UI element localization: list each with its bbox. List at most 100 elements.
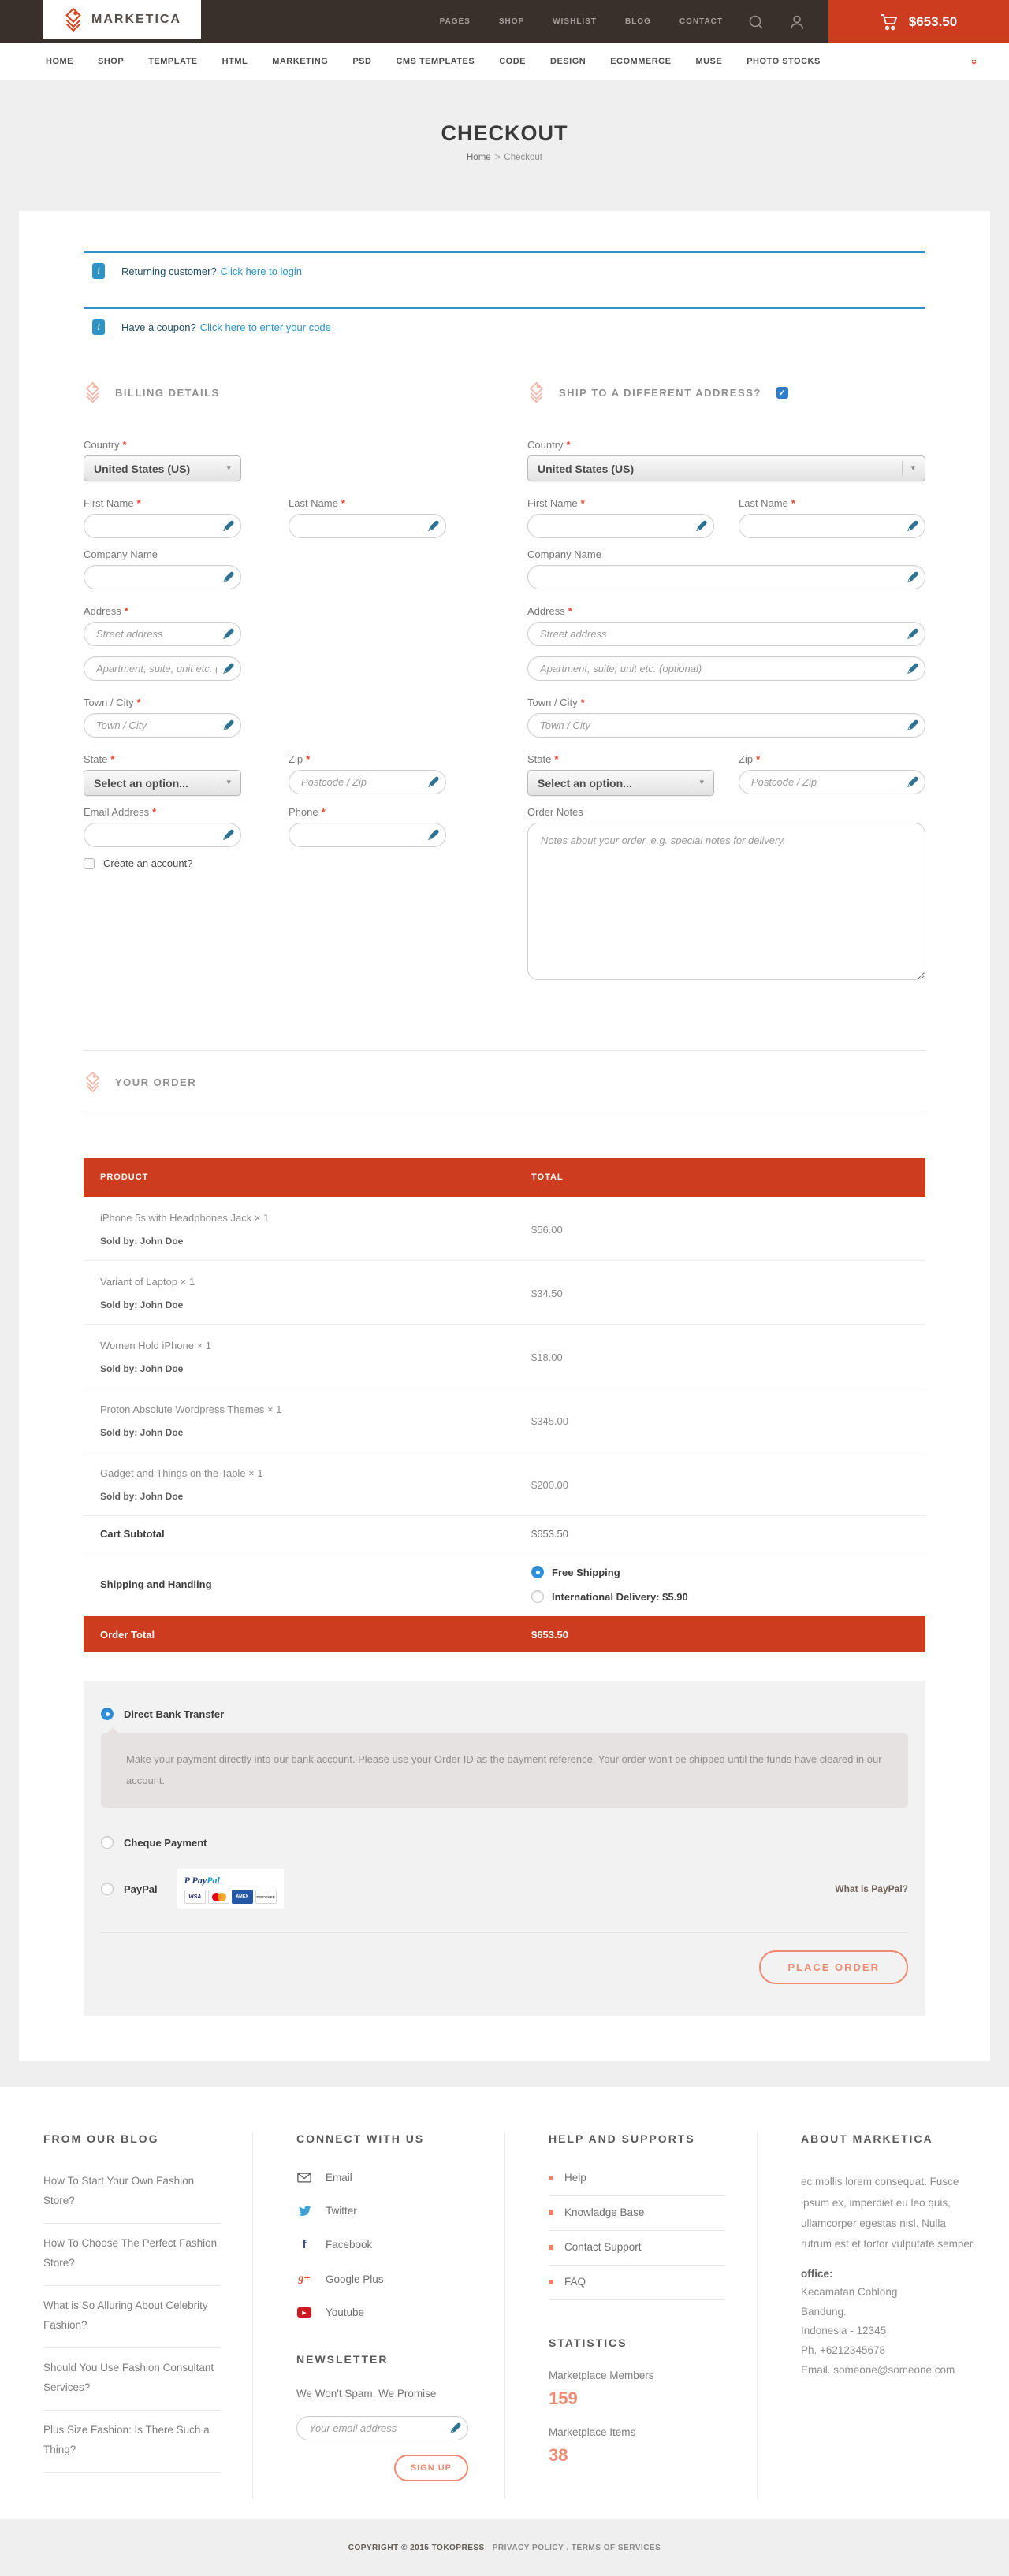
create-account-checkbox[interactable] [84, 858, 95, 869]
table-row: Variant of Laptop × 1 Sold by: John Doe … [84, 1261, 925, 1325]
social-link-email[interactable]: Email [296, 2172, 473, 2184]
notice-text: Have a coupon? [121, 322, 196, 333]
mastercard-icon [208, 1890, 229, 1904]
paypal-radio[interactable] [101, 1883, 114, 1895]
nav-item-home[interactable]: HOME [46, 57, 73, 66]
select-value: United States (US) [94, 463, 190, 475]
help-link[interactable]: Contact Support [549, 2231, 725, 2266]
nav-more-chevron-icon[interactable]: » [969, 58, 981, 64]
billing-first-name-input[interactable] [84, 514, 241, 538]
email-icon [296, 2173, 312, 2183]
top-header: MARKETICA PAGES SHOP WISHLIST BLOG CONTA… [0, 0, 1009, 43]
topnav-item-contact[interactable]: CONTACT [679, 17, 723, 26]
table-row: Gadget and Things on the Table × 1 Sold … [84, 1452, 925, 1516]
ship-different-address-checkbox[interactable]: ✓ [776, 387, 788, 399]
sign-up-button[interactable]: SIGN UP [394, 2455, 468, 2481]
column-title: NEWSLETTER [296, 2353, 473, 2366]
nav-item-photo-stocks[interactable]: PHOTO STOCKS [747, 57, 821, 66]
method-label: PayPal [124, 1883, 158, 1895]
social-link-facebook[interactable]: f Facebook [296, 2238, 473, 2251]
coupon-link[interactable]: Click here to enter your code [200, 322, 331, 333]
billing-country-select[interactable]: United States (US) ▾ [84, 455, 241, 481]
product-total: $345.00 [531, 1415, 925, 1427]
nav-item-template[interactable]: TEMPLATE [148, 57, 197, 66]
topnav-item-shop[interactable]: SHOP [499, 17, 524, 26]
user-icon[interactable] [789, 14, 805, 30]
social-link-twitter[interactable]: Twitter [296, 2205, 473, 2217]
help-link[interactable]: Help [549, 2172, 725, 2196]
bank-transfer-radio[interactable] [101, 1708, 114, 1720]
info-icon: i [92, 263, 105, 279]
topnav-item-wishlist[interactable]: WISHLIST [553, 17, 597, 26]
order-total-value: $653.50 [531, 1629, 925, 1641]
stat-value: 159 [549, 2388, 725, 2409]
cart-button[interactable]: $653.50 [828, 0, 1009, 43]
billing-town-input[interactable] [84, 713, 241, 738]
help-link[interactable]: Knowladge Base [549, 2196, 725, 2231]
brand-logo[interactable]: MARKETICA [43, 0, 201, 39]
order-notes-textarea[interactable] [527, 823, 925, 980]
shipping-zip-input[interactable] [739, 770, 925, 794]
blog-post-link[interactable]: How To Start Your Own Fashion Store? [43, 2172, 221, 2224]
billing-phone-input[interactable] [289, 823, 446, 847]
tag-logo-icon [63, 7, 84, 32]
what-is-paypal-link[interactable]: What is PayPal? [835, 1883, 908, 1894]
billing-last-name-input[interactable] [289, 514, 446, 538]
shipping-country-select[interactable]: United States (US) ▾ [527, 455, 925, 481]
blog-post-link[interactable]: What is So Alluring About Celebrity Fash… [43, 2286, 221, 2348]
nav-item-cms-templates[interactable]: CMS TEMPLATES [396, 57, 475, 66]
nav-item-html[interactable]: HTML [222, 57, 248, 66]
billing-zip-input[interactable] [289, 770, 446, 794]
breadcrumb-home[interactable]: Home [467, 153, 491, 162]
search-icon[interactable] [748, 14, 764, 30]
nav-item-code[interactable]: CODE [499, 57, 526, 66]
shipping-company-input[interactable] [527, 565, 925, 589]
social-link-youtube[interactable]: ▶ Youtube [296, 2307, 473, 2318]
cheque-payment-radio[interactable] [101, 1836, 114, 1849]
nav-item-ecommerce[interactable]: ECOMMERCE [610, 57, 671, 66]
billing-company-input[interactable] [84, 565, 241, 589]
free-shipping-radio[interactable] [531, 1566, 544, 1578]
product-name[interactable]: Women Hold iPhone × 1 [100, 1340, 531, 1351]
billing-section-heading: BILLING DETAILS [84, 376, 446, 409]
international-delivery-radio[interactable] [531, 1590, 544, 1603]
nav-item-marketing[interactable]: MARKETING [272, 57, 328, 66]
shipping-first-name-input[interactable] [527, 514, 714, 538]
product-name[interactable]: iPhone 5s with Headphones Jack × 1 [100, 1212, 531, 1224]
topnav-item-pages[interactable]: PAGES [440, 17, 471, 26]
login-link[interactable]: Click here to login [221, 266, 302, 277]
nav-item-shop[interactable]: SHOP [98, 57, 124, 66]
pen-icon [907, 571, 918, 583]
product-name[interactable]: Variant of Laptop × 1 [100, 1276, 531, 1288]
topnav-item-blog[interactable]: BLOG [625, 17, 651, 26]
shipping-last-name-input[interactable] [739, 514, 925, 538]
legal-links[interactable]: PRIVACY POLICY . TERMS OF SERVICES [493, 2544, 661, 2552]
nav-item-design[interactable]: DESIGN [550, 57, 586, 66]
product-total: $18.00 [531, 1351, 925, 1363]
product-name[interactable]: Gadget and Things on the Table × 1 [100, 1467, 531, 1479]
nav-item-muse[interactable]: MUSE [695, 57, 722, 66]
help-link[interactable]: FAQ [549, 2266, 725, 2300]
blog-post-link[interactable]: Plus Size Fashion: Is There Such a Thing… [43, 2411, 221, 2473]
nav-item-psd[interactable]: PSD [352, 57, 371, 66]
billing-apartment-input[interactable] [84, 656, 241, 681]
coupon-notice: i Have a coupon? Click here to enter you… [84, 307, 925, 344]
billing-street-input[interactable] [84, 622, 241, 646]
product-seller: Sold by: John Doe [100, 1363, 531, 1374]
billing-state-select[interactable]: Select an option... ▾ [84, 770, 241, 796]
blog-post-link[interactable]: Should You Use Fashion Consultant Servic… [43, 2348, 221, 2411]
shipping-street-input[interactable] [527, 622, 925, 646]
blog-post-link[interactable]: How To Choose The Perfect Fashion Store? [43, 2224, 221, 2286]
place-order-button[interactable]: PLACE ORDER [759, 1950, 908, 1984]
newsletter-email-input[interactable] [296, 2416, 468, 2440]
page-footer: FROM OUR BLOG How To Start Your Own Fash… [0, 2087, 1009, 2519]
social-link-google-plus[interactable]: g+ Google Plus [296, 2273, 473, 2285]
shipping-state-select[interactable]: Select an option... ▾ [527, 770, 714, 796]
stat-value: 38 [549, 2445, 725, 2466]
product-name[interactable]: Proton Absolute Wordpress Themes × 1 [100, 1403, 531, 1415]
shipping-town-input[interactable] [527, 713, 925, 738]
shipping-apartment-input[interactable] [527, 656, 925, 681]
product-total: $200.00 [531, 1479, 925, 1491]
billing-email-input[interactable] [84, 823, 241, 847]
field-label: Zip [289, 753, 303, 765]
